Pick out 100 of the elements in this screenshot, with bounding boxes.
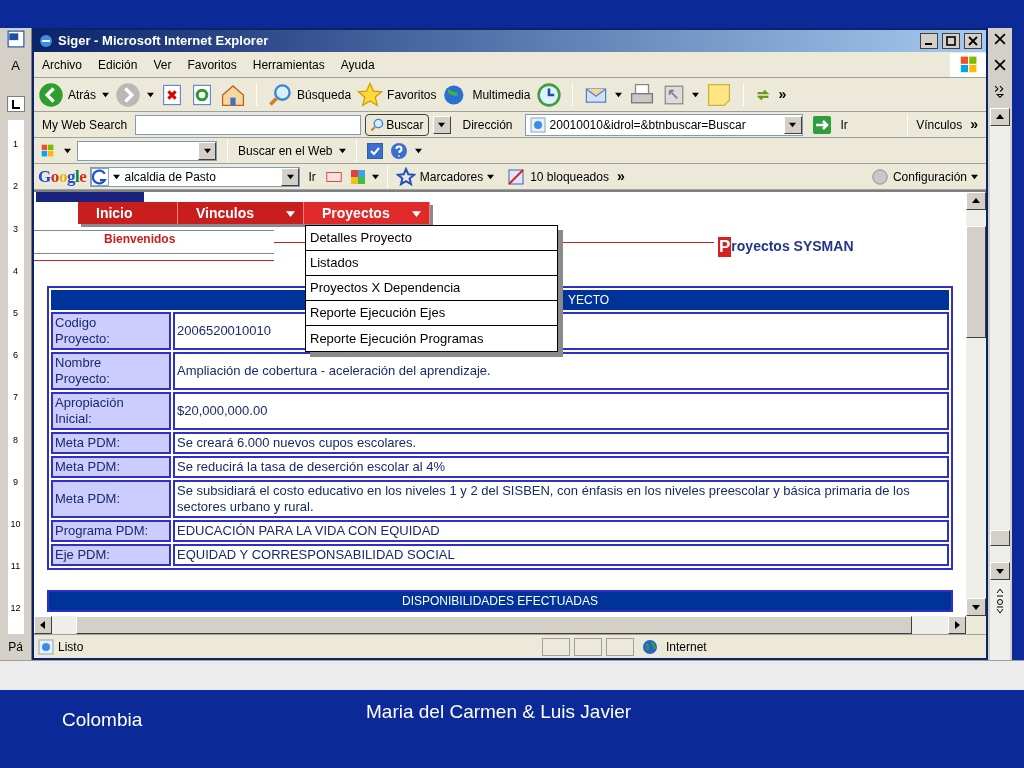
- document-icon: [6, 30, 25, 48]
- search-button[interactable]: Búsqueda: [267, 82, 352, 107]
- menu-item[interactable]: Archivo: [34, 55, 90, 74]
- google-search-field[interactable]: alcaldia de Pasto: [90, 166, 301, 187]
- menu-item[interactable]: Favoritos: [179, 55, 245, 74]
- dropdown-item[interactable]: Proyectos X Dependencia: [306, 276, 557, 301]
- help-icon[interactable]: [388, 140, 409, 161]
- ruler-number: 3: [13, 224, 18, 234]
- caret-icon: [286, 208, 295, 218]
- caret-icon: [487, 173, 495, 180]
- links-label[interactable]: Vínculos: [916, 115, 963, 134]
- caret-icon: [692, 91, 700, 98]
- ruler-number: 12: [10, 604, 21, 614]
- check-icon: [369, 145, 380, 156]
- popup-blocker-button[interactable]: 10 bloqueados: [506, 166, 609, 187]
- star-icon: [395, 166, 416, 187]
- ruler-number: 6: [13, 351, 18, 361]
- dropdown-item[interactable]: Detalles Proyecto: [306, 226, 557, 251]
- scrollbar-thumb[interactable]: [990, 530, 1010, 546]
- dropdown-button[interactable]: [432, 115, 451, 134]
- ruler-number: 9: [13, 477, 18, 487]
- close-button[interactable]: [964, 33, 982, 49]
- tab-stop-icon[interactable]: [6, 95, 25, 112]
- menu-item[interactable]: Herramientas: [244, 55, 333, 74]
- dropdown-item[interactable]: Reporte Ejecución Programas: [306, 326, 557, 351]
- dropdown-button[interactable]: [198, 141, 216, 160]
- scroll-up-button[interactable]: [990, 108, 1010, 126]
- settings-button[interactable]: Configuración: [870, 167, 982, 186]
- status-pane: [574, 637, 602, 656]
- media-button[interactable]: Multimedia: [442, 82, 531, 107]
- address-text: 20010010&idrol=&btnbuscar=Buscar: [549, 116, 747, 134]
- row-label: Programa PDM:: [51, 520, 171, 542]
- maximize-button[interactable]: [942, 33, 960, 49]
- search-field[interactable]: [135, 114, 362, 135]
- caret-icon: [113, 173, 121, 180]
- more-chevron[interactable]: »: [612, 166, 629, 187]
- row-label: Eje PDM:: [51, 544, 171, 566]
- bookmarks-button[interactable]: Marcadores: [395, 166, 495, 187]
- scrollbar-thumb[interactable]: [966, 226, 986, 338]
- status-text: Listo: [58, 638, 85, 656]
- scroll-down-button[interactable]: [966, 598, 986, 616]
- caret-icon: [147, 91, 154, 98]
- history-icon[interactable]: [536, 81, 563, 108]
- caret-icon: [789, 121, 797, 128]
- scroll-up-button[interactable]: [966, 192, 986, 210]
- scrollbar-thumb[interactable]: [76, 616, 912, 634]
- search-button[interactable]: Buscar: [365, 113, 429, 136]
- caret-icon: [615, 91, 623, 98]
- favorites-button[interactable]: Favoritos: [357, 81, 437, 108]
- dropdown-item[interactable]: Listados: [306, 251, 557, 276]
- arrow-icon: [972, 603, 980, 611]
- menu-item[interactable]: Ayuda: [332, 55, 383, 74]
- scroll-left-button[interactable]: [34, 616, 52, 634]
- dropdown-button[interactable]: [281, 167, 300, 186]
- more-chevron[interactable]: »: [966, 114, 982, 135]
- g-icon: [91, 167, 110, 186]
- menu-item[interactable]: Edición: [90, 55, 146, 74]
- dropdown-button[interactable]: [783, 115, 802, 134]
- scroll-down-button[interactable]: [990, 562, 1010, 580]
- stop-icon[interactable]: [160, 82, 184, 107]
- row-label: Meta PDM:: [51, 432, 171, 454]
- row-label: Codigo Proyecto:: [51, 312, 171, 350]
- nav-tab[interactable]: Proyectos: [304, 202, 430, 224]
- nav-tab[interactable]: Vinculos: [178, 202, 304, 224]
- globe-icon: [642, 638, 658, 655]
- google-logo: Google: [38, 165, 87, 188]
- arrow-icon: [972, 197, 980, 205]
- address-field[interactable]: 20010010&idrol=&btnbuscar=Buscar: [524, 113, 803, 136]
- row-value: Se reducirá la tasa de deserción escolar al 4%: [173, 456, 949, 478]
- go-button[interactable]: Ir: [806, 114, 852, 135]
- zone-text: Internet: [666, 638, 707, 656]
- ruler-number: 2: [13, 182, 18, 192]
- scroll-right-button[interactable]: [948, 616, 966, 634]
- nav-tab[interactable]: Inicio: [78, 202, 178, 224]
- ruler-number: 7: [13, 393, 18, 403]
- close-icon[interactable]: [993, 32, 1007, 46]
- search-icon: [370, 117, 385, 132]
- more-chevron[interactable]: »: [778, 84, 787, 105]
- search-icon: [267, 82, 293, 107]
- ruler-number: 4: [13, 266, 18, 276]
- web-search-button[interactable]: Buscar en el Web: [238, 141, 333, 160]
- page-label: Pá: [8, 639, 23, 656]
- caret-icon: [102, 91, 109, 98]
- dropdown-item[interactable]: Reporte Ejecución Ejes: [306, 301, 557, 326]
- ruler-number: 8: [13, 435, 18, 445]
- arrow-icon: [39, 621, 47, 629]
- checkbox[interactable]: [366, 142, 383, 159]
- close-icon[interactable]: [993, 58, 1007, 72]
- menu-item[interactable]: Ver: [145, 55, 180, 74]
- back-button[interactable]: Atrás: [38, 81, 96, 108]
- caret-icon: [438, 121, 445, 128]
- address-label: Dirección: [461, 116, 514, 134]
- go-button[interactable]: Ir: [304, 167, 320, 186]
- arrow-icon: [996, 567, 1004, 575]
- row-label: Apropiación Inicial:: [51, 392, 171, 430]
- refresh-icon[interactable]: [190, 82, 214, 107]
- footer-country: Colombia: [62, 708, 143, 732]
- row-label: Meta PDM:: [51, 480, 171, 518]
- minimize-button[interactable]: [920, 33, 938, 49]
- toolbar-letter: A: [11, 57, 20, 75]
